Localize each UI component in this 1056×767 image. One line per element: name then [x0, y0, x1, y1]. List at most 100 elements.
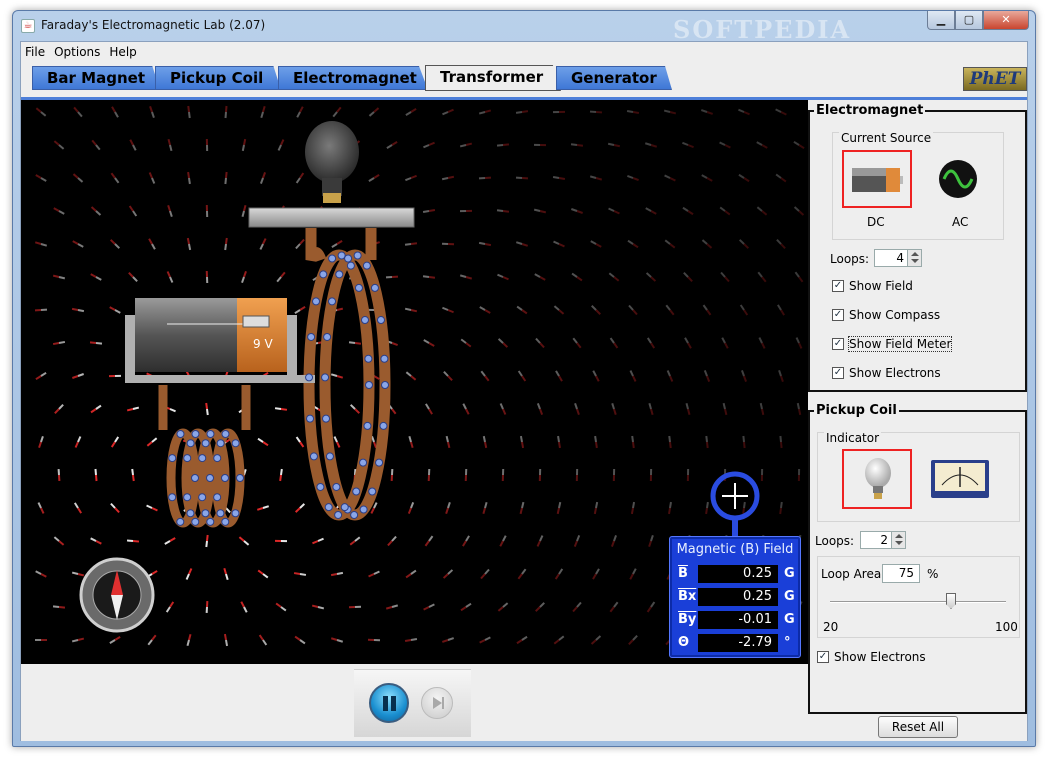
electron-dot — [198, 454, 207, 463]
em-loops-spinner[interactable]: 4 — [874, 249, 922, 267]
ac-selector[interactable] — [938, 159, 978, 199]
show-electrons-checkbox[interactable]: ✓ Show Electrons — [832, 366, 941, 380]
pickup-show-electrons-checkbox[interactable]: ✓ Show Electrons — [817, 650, 926, 664]
meter-value-by: -0.01 — [698, 611, 778, 629]
electron-dot — [221, 474, 229, 482]
app-window: ☕ Faraday's Electromagnetic Lab (2.07) S… — [12, 10, 1036, 747]
loop-area-slider-thumb[interactable] — [946, 593, 956, 609]
electron-dot — [191, 430, 200, 439]
loop-area-label: Loop Area: — [821, 567, 886, 581]
pickup-show-electrons-label: Show Electrons — [834, 650, 926, 664]
tab-bar-magnet[interactable]: Bar Magnet — [32, 66, 160, 90]
loop-area-max: 100 — [995, 620, 1018, 634]
electron-dot — [305, 373, 314, 382]
meter-label-theta: Θ — [678, 635, 690, 650]
show-compass-label: Show Compass — [849, 308, 941, 322]
electromagnet-coil[interactable] — [158, 385, 251, 528]
lightbulb-selector[interactable] — [842, 449, 912, 509]
electron-dot — [191, 517, 200, 526]
show-compass-checkbox[interactable]: ✓ Show Compass — [832, 308, 940, 322]
electron-dot — [332, 482, 341, 491]
loop-area-slider-track[interactable] — [830, 601, 1006, 603]
electron-dot — [360, 316, 369, 325]
close-button[interactable]: ✕ — [983, 11, 1029, 30]
electron-dot — [344, 254, 353, 263]
meter-unit-by: G — [784, 612, 795, 627]
compass-icon[interactable] — [79, 557, 155, 633]
field-meter-title: Magnetic (B) Field — [676, 542, 794, 557]
electron-dot — [340, 503, 349, 512]
electron-dot — [368, 487, 377, 496]
step-button[interactable] — [421, 687, 453, 719]
field-probe[interactable] — [710, 471, 760, 536]
electron-dot — [206, 517, 215, 526]
title-bar[interactable]: ☕ Faraday's Electromagnetic Lab (2.07) S… — [13, 11, 1035, 44]
current-source-title: Current Source — [839, 131, 934, 145]
electron-dot — [321, 373, 330, 382]
loop-area-input[interactable]: 75 — [882, 564, 920, 583]
meter-unit-bx: G — [784, 589, 795, 604]
menu-options[interactable]: Options — [50, 42, 105, 62]
menu-file[interactable]: File — [21, 42, 50, 62]
electron-dot — [328, 297, 337, 306]
electron-dot — [364, 354, 373, 363]
pickup-coil[interactable] — [303, 228, 391, 521]
electron-dot — [312, 297, 321, 306]
indicator-title: Indicator — [824, 431, 882, 445]
loop-area-min: 20 — [823, 620, 839, 634]
lightbulb-icon[interactable] — [305, 121, 359, 203]
loop-area-group: Loop Area: 75 % 20 100 — [817, 556, 1020, 638]
dc-selector[interactable] — [842, 150, 912, 208]
reset-all-button[interactable]: Reset All — [878, 716, 958, 738]
show-field-meter-checkbox[interactable]: ✓ Show Field Meter — [832, 336, 953, 352]
meter-value-theta: -2.79 — [698, 634, 778, 652]
maximize-button[interactable]: ▢ — [955, 11, 983, 30]
battery-voltage-label: 9 V — [253, 337, 273, 351]
show-field-checkbox[interactable]: ✓ Show Field — [832, 279, 913, 293]
indicator-group: Indicator — [817, 431, 1020, 522]
electromagnet-panel-title: Electromagnet — [814, 103, 926, 118]
meter-value-bx: 0.25 — [698, 588, 778, 606]
electron-dot — [221, 517, 230, 526]
electron-dot — [354, 283, 363, 292]
phet-logo[interactable]: PhET — [963, 67, 1027, 91]
electron-dot — [325, 452, 334, 461]
electron-dot — [352, 487, 361, 496]
window-title: Faraday's Electromagnetic Lab (2.07) — [41, 18, 266, 32]
electron-dot — [176, 517, 185, 526]
ac-sine-icon — [939, 160, 977, 198]
electron-dot — [323, 332, 332, 341]
electron-dot — [191, 474, 199, 482]
simulation-canvas[interactable]: 9 V Magnetic (B) Field B 0.25 G Bx 0.25 … — [21, 100, 808, 664]
tab-pickup-coil[interactable]: Pickup Coil — [155, 66, 281, 90]
pickup-coil-panel-title: Pickup Coil — [814, 403, 899, 418]
electron-dot — [379, 421, 388, 430]
pickup-loops-spinner[interactable]: 2 — [860, 531, 906, 549]
tab-transformer[interactable]: Transformer — [425, 65, 561, 91]
checkbox-icon: ✓ — [832, 309, 844, 321]
voltmeter-selector[interactable] — [930, 459, 990, 499]
spinner-arrows-icon[interactable] — [891, 532, 905, 548]
electron-dot — [309, 452, 318, 461]
electron-dot — [381, 381, 389, 389]
spinner-arrows-icon[interactable] — [907, 250, 921, 266]
electron-dot — [376, 316, 385, 325]
electron-dot — [201, 509, 210, 518]
minimize-button[interactable]: ▁ — [927, 11, 955, 30]
em-loops-value: 4 — [896, 251, 904, 265]
meter-row-b: B 0.25 G — [676, 565, 798, 584]
electron-dot — [322, 414, 331, 423]
electron-dot — [186, 509, 195, 518]
tab-generator[interactable]: Generator — [556, 66, 672, 90]
electron-dot — [231, 509, 240, 518]
tab-electromagnet[interactable]: Electromagnet — [278, 66, 428, 90]
electron-dot — [380, 354, 389, 363]
pause-button[interactable] — [369, 683, 409, 723]
lightbulb-icon — [865, 458, 891, 499]
bulb-shelf — [248, 207, 415, 228]
electron-dot — [201, 439, 210, 448]
menu-help[interactable]: Help — [105, 42, 141, 62]
field-meter[interactable]: Magnetic (B) Field B 0.25 G Bx 0.25 G By… — [669, 536, 801, 658]
battery-icon[interactable] — [125, 298, 315, 383]
electron-dot — [168, 493, 177, 502]
